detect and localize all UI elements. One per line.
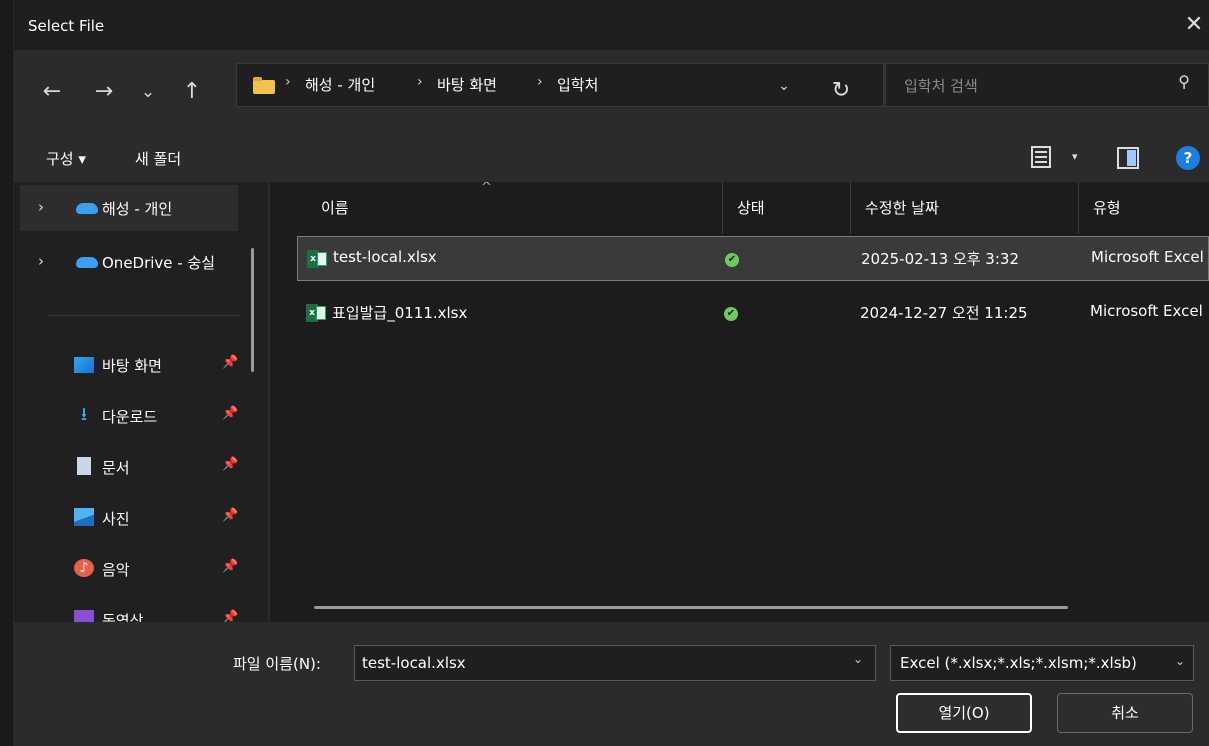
sidebar-item-label: 동영상 bbox=[102, 612, 144, 622]
pin-icon[interactable]: 📌 bbox=[222, 406, 238, 421]
sidebar-item-label: 다운로드 bbox=[102, 408, 158, 426]
sidebar-item-label: 해성 - 개인 bbox=[102, 200, 173, 218]
excel-icon-sheet bbox=[317, 252, 327, 266]
sidebar-item-label: 사진 bbox=[102, 510, 130, 528]
desktop-icon bbox=[74, 357, 94, 373]
excel-file-icon: x bbox=[306, 304, 326, 322]
file-row[interactable]: x 표입발급_0111.xlsx ✔ 2024-12-27 오전 11:25 M… bbox=[297, 291, 1209, 336]
column-header-label: 이름 bbox=[321, 199, 349, 217]
breadcrumb-item[interactable]: 바탕 화면 bbox=[437, 74, 497, 95]
chevron-down-icon[interactable]: ⌄ bbox=[1175, 654, 1185, 668]
sync-status-icon: ✔ bbox=[725, 253, 739, 267]
excel-file-icon: x bbox=[307, 250, 327, 268]
file-row[interactable]: x test-local.xlsx ✔ 2025-02-13 오후 3:32 M… bbox=[297, 236, 1209, 281]
file-type: Microsoft Excel bbox=[1090, 302, 1203, 320]
excel-icon-sheet bbox=[316, 306, 326, 320]
breadcrumb-separator-icon: › bbox=[537, 74, 543, 90]
view-dropdown-icon[interactable]: ▾ bbox=[1072, 150, 1078, 163]
pin-icon[interactable]: 📌 bbox=[222, 559, 238, 574]
preview-pane-icon[interactable] bbox=[1117, 147, 1139, 169]
dialog-footer: 파일 이름(N): ⌄ Excel (*.xlsx;*.xls;*.xlsm;*… bbox=[14, 622, 1209, 746]
pin-icon[interactable]: 📌 bbox=[222, 355, 238, 370]
videos-icon bbox=[74, 610, 94, 622]
column-header-label: 수정한 날짜 bbox=[865, 199, 939, 217]
breadcrumb-item[interactable]: 입학처 bbox=[557, 74, 598, 95]
search-icon[interactable]: ⚲ bbox=[1178, 72, 1190, 91]
new-folder-button[interactable]: 새 폴더 bbox=[135, 148, 181, 169]
chevron-down-icon[interactable]: ⌄ bbox=[769, 72, 799, 100]
file-modified-date: 2024-12-27 오전 11:25 bbox=[860, 304, 1028, 322]
sidebar-item-music[interactable]: ♪ 음악 📌 bbox=[20, 546, 238, 592]
pin-icon[interactable]: 📌 bbox=[222, 508, 238, 523]
pin-icon[interactable]: 📌 bbox=[222, 610, 238, 622]
file-list: ^ 이름 상태 수정한 날짜 유형 x test-local.xlsx ✔ 20… bbox=[270, 182, 1209, 622]
breadcrumb-item[interactable]: 해성 - 개인 bbox=[305, 74, 375, 95]
refresh-icon[interactable]: ↻ bbox=[826, 76, 856, 106]
forward-icon[interactable]: → bbox=[88, 74, 120, 110]
column-header-type[interactable]: 유형 bbox=[1079, 182, 1209, 234]
column-header-name[interactable]: ^ 이름 bbox=[307, 182, 723, 234]
sidebar-item-documents[interactable]: 문서 📌 bbox=[20, 444, 238, 490]
breadcrumb-separator-icon: › bbox=[285, 74, 291, 90]
breadcrumb-separator-icon: › bbox=[417, 74, 423, 90]
file-name: 표입발급_0111.xlsx bbox=[332, 304, 468, 322]
column-header-modified[interactable]: 수정한 날짜 bbox=[851, 182, 1079, 234]
column-header-label: 상태 bbox=[737, 199, 765, 217]
sort-ascending-icon: ^ bbox=[481, 182, 492, 195]
sidebar-item-videos[interactable]: 동영상 📌 bbox=[20, 597, 238, 622]
chevron-right-icon[interactable]: › bbox=[38, 198, 44, 216]
organize-button[interactable]: 구성 ▾ bbox=[46, 148, 86, 169]
pictures-icon bbox=[74, 508, 94, 526]
sidebar-item-label: 문서 bbox=[102, 459, 130, 477]
chevron-down-icon[interactable]: ⌄ bbox=[853, 652, 863, 666]
sidebar-divider bbox=[48, 315, 240, 316]
file-type-filter-value: Excel (*.xlsx;*.xls;*.xlsm;*.xlsb) bbox=[900, 654, 1137, 672]
sidebar-scrollbar[interactable] bbox=[251, 248, 254, 372]
file-dialog: Select File ✕ ← → ⌄ ↑ › 해성 - 개인 › 바탕 화면 … bbox=[14, 0, 1209, 746]
horizontal-scrollbar[interactable] bbox=[314, 606, 1068, 609]
sidebar-item-onedrive[interactable]: › OneDrive - 숭실 bbox=[20, 239, 238, 285]
file-name: test-local.xlsx bbox=[333, 248, 437, 266]
document-icon bbox=[77, 457, 91, 475]
sidebar-item-label: OneDrive - 숭실 bbox=[102, 254, 216, 272]
sidebar-item-downloads[interactable]: ⭳ 다운로드 📌 bbox=[20, 393, 238, 439]
file-modified-date: 2025-02-13 오후 3:32 bbox=[861, 250, 1019, 268]
address-bar[interactable]: › 해성 - 개인 › 바탕 화면 › 입학처 ⌄ bbox=[236, 63, 884, 107]
navigation-pane: › 해성 - 개인 › OneDrive - 숭실 바탕 화면 📌 ⭳ 다운로드… bbox=[14, 182, 268, 622]
title-bar: Select File ✕ bbox=[14, 0, 1209, 50]
file-type-filter-select[interactable]: Excel (*.xlsx;*.xls;*.xlsm;*.xlsb) ⌄ bbox=[890, 645, 1194, 681]
column-header-status[interactable]: 상태 bbox=[723, 182, 851, 234]
background-window-strip bbox=[0, 0, 14, 746]
sidebar-item-personal[interactable]: › 해성 - 개인 bbox=[20, 185, 238, 231]
filename-input[interactable] bbox=[354, 645, 876, 681]
sync-status-icon: ✔ bbox=[724, 307, 738, 321]
folder-icon bbox=[253, 77, 275, 94]
filename-label: 파일 이름(N): bbox=[233, 655, 321, 673]
up-folder-icon[interactable]: ↑ bbox=[176, 74, 208, 110]
command-bar: 구성 ▾ 새 폴더 ▾ ? bbox=[14, 136, 1209, 182]
column-header-label: 유형 bbox=[1093, 199, 1121, 217]
back-icon[interactable]: ← bbox=[36, 74, 68, 110]
music-icon: ♪ bbox=[74, 559, 94, 577]
search-box[interactable]: 입학처 검색 ⚲ bbox=[885, 63, 1209, 107]
navigation-bar: ← → ⌄ ↑ › 해성 - 개인 › 바탕 화면 › 입학처 ⌄ ↻ 입학처 … bbox=[14, 50, 1209, 136]
close-icon[interactable]: ✕ bbox=[1179, 8, 1209, 42]
sidebar-item-desktop[interactable]: 바탕 화면 📌 bbox=[20, 342, 238, 388]
sidebar-item-label: 바탕 화면 bbox=[102, 357, 162, 375]
help-icon[interactable]: ? bbox=[1176, 146, 1200, 170]
chevron-right-icon[interactable]: › bbox=[38, 252, 44, 270]
open-button[interactable]: 열기(O) bbox=[896, 693, 1032, 733]
onedrive-cloud-icon bbox=[76, 203, 98, 214]
recent-locations-icon[interactable]: ⌄ bbox=[132, 74, 164, 110]
view-options-icon[interactable] bbox=[1031, 146, 1051, 168]
file-type: Microsoft Excel bbox=[1091, 248, 1204, 266]
window-title: Select File bbox=[28, 17, 105, 35]
onedrive-cloud-icon bbox=[76, 257, 98, 268]
search-placeholder: 입학처 검색 bbox=[904, 77, 978, 95]
download-icon: ⭳ bbox=[80, 404, 88, 425]
cancel-button[interactable]: 취소 bbox=[1057, 693, 1193, 733]
sidebar-item-label: 음악 bbox=[102, 561, 130, 579]
sidebar-item-pictures[interactable]: 사진 📌 bbox=[20, 495, 238, 541]
pin-icon[interactable]: 📌 bbox=[222, 457, 238, 472]
